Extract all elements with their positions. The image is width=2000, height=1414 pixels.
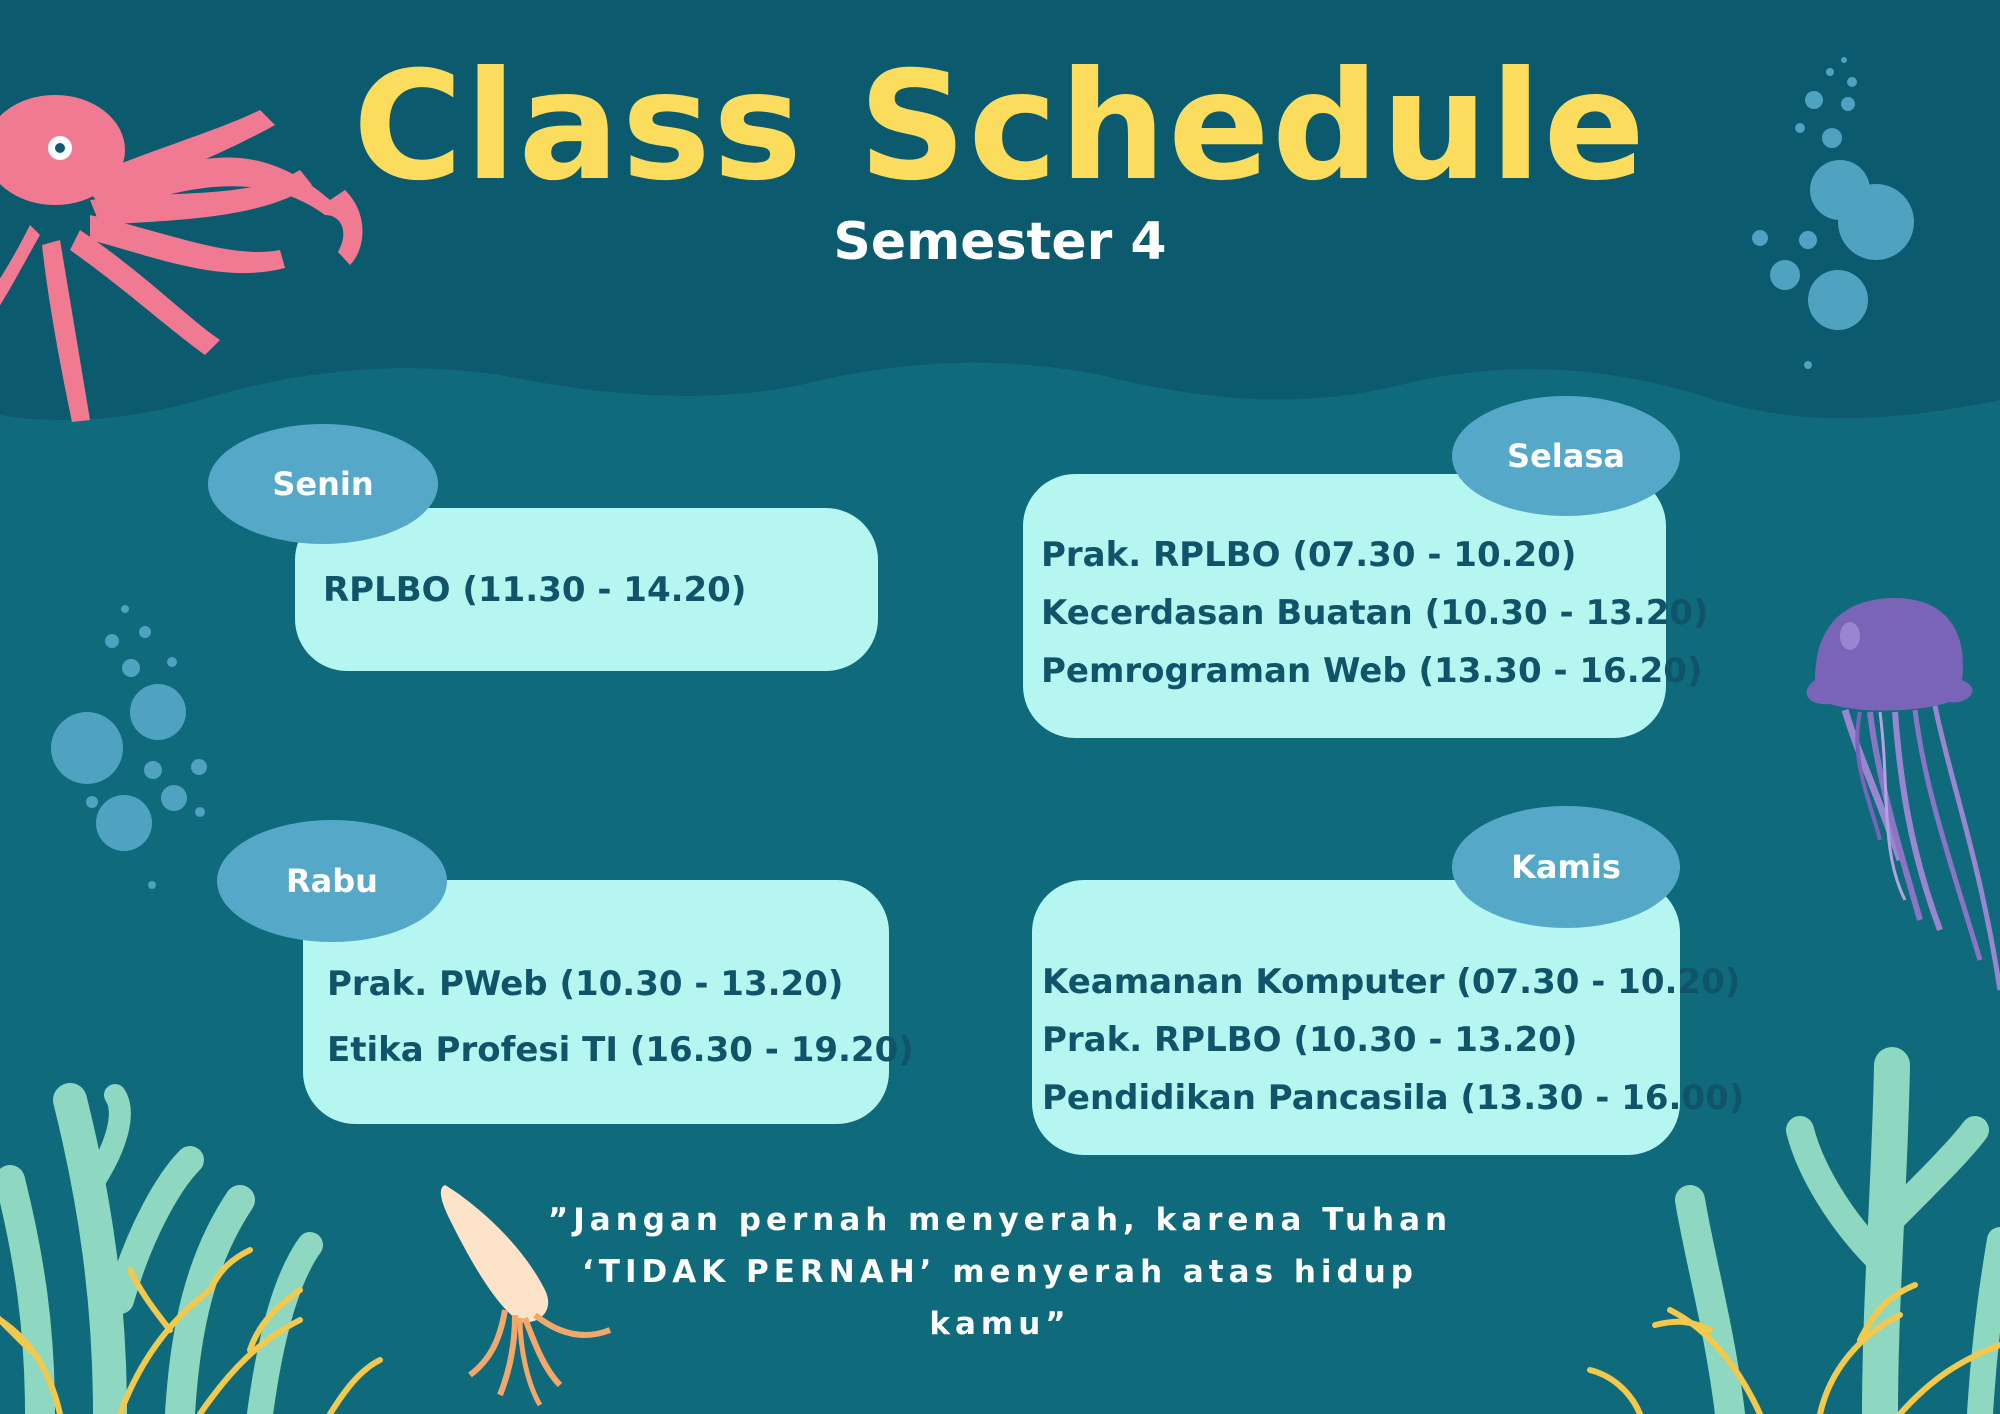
quote-line: ”Jangan pernah menyerah, karena Tuhan xyxy=(547,1202,1453,1238)
class-entry: Prak. RPLBO (07.30 - 10.20) xyxy=(1041,535,1577,575)
bubbles-icon xyxy=(51,605,207,889)
day-label-rabu: Rabu xyxy=(217,820,447,942)
class-entry: Etika Profesi TI (16.30 - 19.20) xyxy=(327,1030,914,1070)
day-label-senin: Senin xyxy=(208,424,438,544)
day-label-selasa: Selasa xyxy=(1452,396,1680,516)
page-title: Class Schedule xyxy=(352,40,1648,214)
seaweed-icon xyxy=(1587,1282,2000,1414)
schedule-poster: Class Schedule Semester 4 RPLBO (11.30 -… xyxy=(0,0,2000,1414)
page-subtitle: Semester 4 xyxy=(833,212,1167,272)
motivational-quote: ”Jangan pernah menyerah, karena Tuhan ‘T… xyxy=(540,1194,1460,1350)
class-entry: Pendidikan Pancasila (13.30 - 16.00) xyxy=(1042,1077,1745,1118)
class-entry: Keamanan Komputer (07.30 - 10.20) xyxy=(1042,961,1741,1002)
quote-line: ‘TIDAK PERNAH’ menyerah atas hidup xyxy=(582,1254,1418,1290)
class-entry: RPLBO (11.30 - 14.20) xyxy=(323,569,747,610)
class-entry: Pemrograman Web (13.30 - 16.20) xyxy=(1041,651,1703,691)
jellyfish-icon xyxy=(1806,598,2000,991)
day-label-kamis: Kamis xyxy=(1452,806,1680,928)
quote-line: kamu” xyxy=(929,1306,1071,1342)
coral-icon xyxy=(0,1083,323,1414)
class-entry: Prak. PWeb (10.30 - 13.20) xyxy=(327,964,844,1004)
class-entry: Kecerdasan Buatan (10.30 - 13.20) xyxy=(1041,593,1709,633)
class-entry: Prak. RPLBO (10.30 - 13.20) xyxy=(1042,1019,1578,1060)
